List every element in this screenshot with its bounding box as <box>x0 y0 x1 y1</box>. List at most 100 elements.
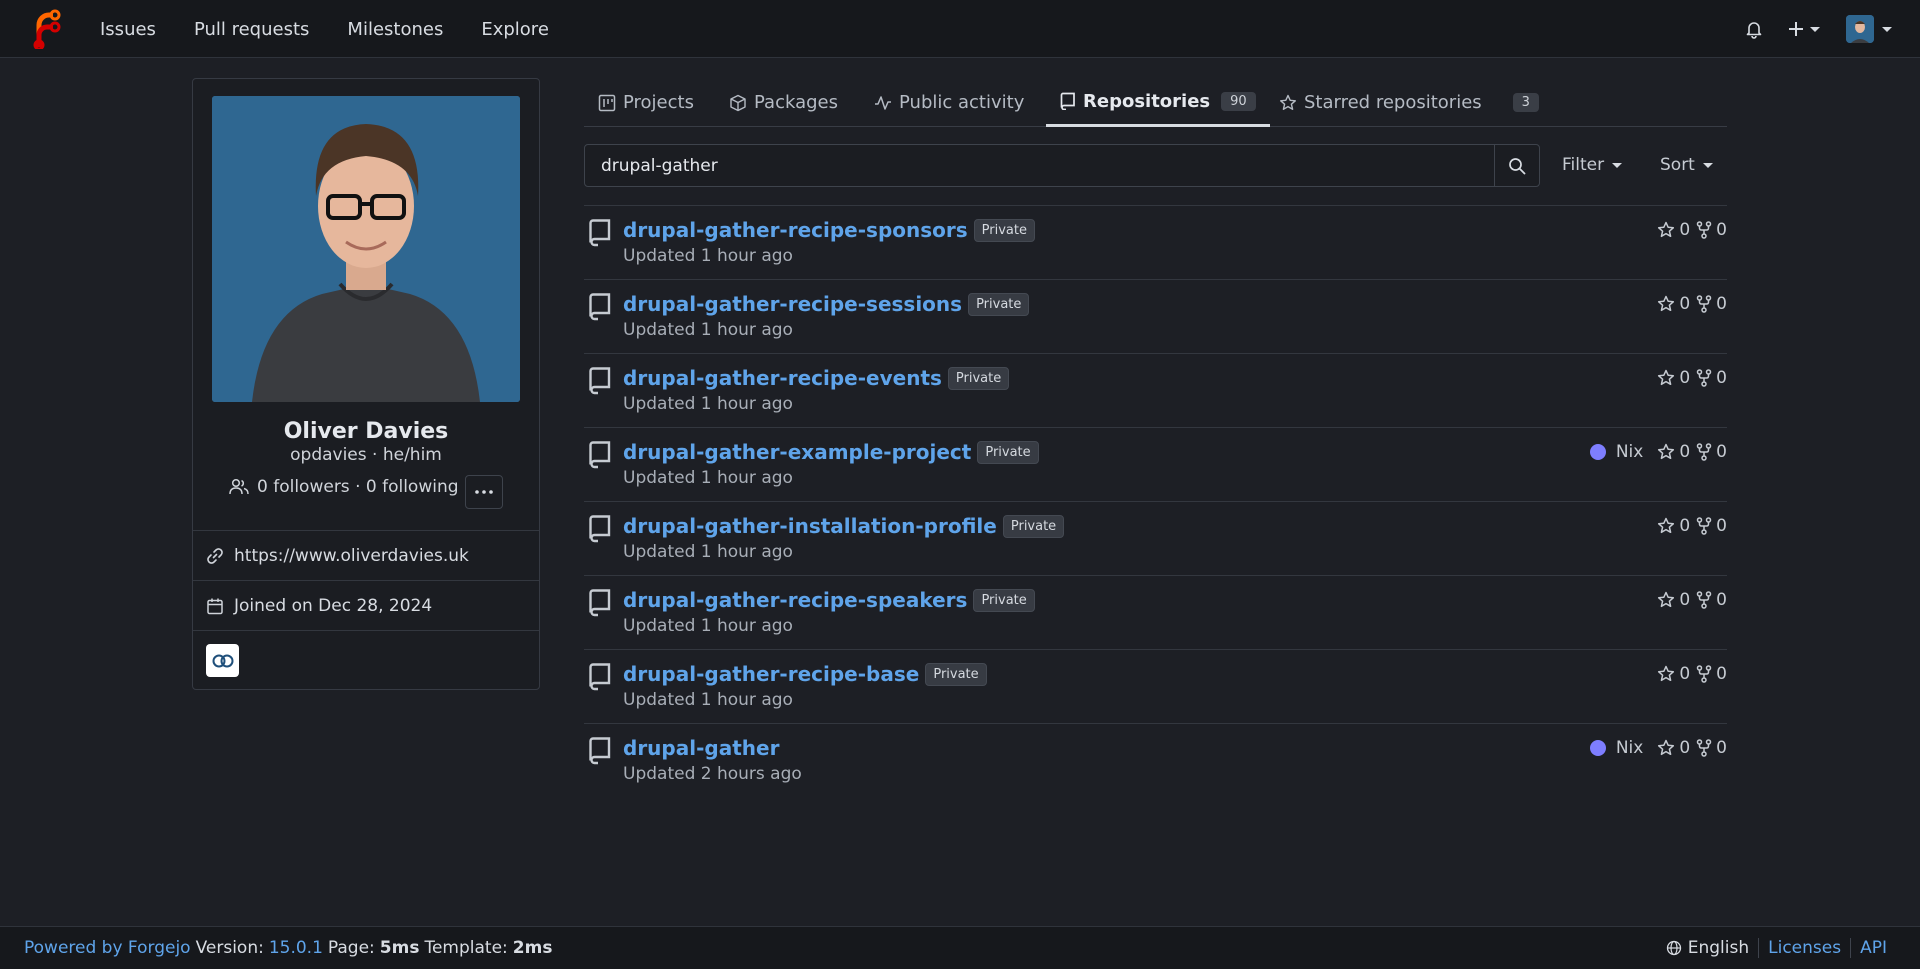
repo-updated-time: Updated 1 hour ago <box>623 468 793 488</box>
user-menu[interactable] <box>1846 15 1892 43</box>
repo-forks-link[interactable]: 0 <box>1696 294 1727 314</box>
profile-avatar[interactable] <box>212 96 520 402</box>
repo-forks-link[interactable]: 0 <box>1696 220 1727 240</box>
repo-forks-link[interactable]: 0 <box>1696 664 1727 684</box>
nav-explore[interactable]: Explore <box>462 11 568 48</box>
repo-name-link[interactable]: drupal-gather-installation-profile <box>623 514 997 538</box>
repo-title: drupal-gather-installation-profile Privat… <box>623 514 1065 538</box>
notifications-bell-icon[interactable] <box>1734 9 1774 49</box>
api-link[interactable]: API <box>1851 938 1896 958</box>
tab-projects[interactable]: Projects <box>598 78 694 127</box>
repo-name-link[interactable]: drupal-gather-recipe-sponsors <box>623 218 968 242</box>
search-button[interactable] <box>1494 145 1539 186</box>
version-link[interactable]: 15.0.1 <box>269 938 323 958</box>
badge-rings-icon[interactable] <box>206 644 239 677</box>
star-count: 0 <box>1679 664 1691 684</box>
repo-stars-link[interactable]: 0 <box>1657 664 1690 684</box>
repo-stars-link[interactable]: 0 <box>1657 590 1690 610</box>
repo-stats: 00 <box>1651 220 1727 240</box>
repo-name-link[interactable]: drupal-gather-recipe-base <box>623 662 919 686</box>
more-actions-button[interactable] <box>465 475 503 509</box>
language-name: Nix <box>1615 442 1644 462</box>
star-icon <box>1657 443 1675 461</box>
repo-stats: Nix 0 0 <box>1589 442 1727 462</box>
repo-icon <box>588 440 612 470</box>
repo-icon <box>1060 92 1075 110</box>
repo-name-link[interactable]: drupal-gather-recipe-events <box>623 366 942 390</box>
repo-title: drupal-gather-recipe-events Private <box>623 366 1010 390</box>
filter-label: Filter <box>1562 155 1605 175</box>
repo-name-link[interactable]: drupal-gather-recipe-sessions <box>623 292 962 316</box>
star-count: 0 <box>1679 738 1691 758</box>
language-name: Nix <box>1615 738 1644 758</box>
filter-dropdown[interactable]: Filter <box>1562 155 1623 175</box>
repo-search-input[interactable] <box>585 145 1494 186</box>
tab-public-activity[interactable]: Public activity <box>874 78 1024 127</box>
powered-by-link[interactable]: Powered by Forgejo <box>24 938 191 958</box>
repo-icon <box>588 736 612 766</box>
star-icon <box>1657 591 1675 609</box>
star-count: 0 <box>1679 368 1691 388</box>
repo-stars-link[interactable]: 0 <box>1657 442 1690 462</box>
repo-stats: 00 <box>1651 516 1727 536</box>
repo-stars-link[interactable]: 0 <box>1657 294 1690 314</box>
tab-packages[interactable]: Packages <box>729 78 838 127</box>
private-badge: Private <box>947 366 1010 390</box>
repo-language: Nix <box>1589 442 1644 462</box>
private-badge: Private <box>968 292 1030 316</box>
fork-icon <box>1696 739 1712 757</box>
repo-stars-link[interactable]: 0 <box>1657 368 1690 388</box>
repo-list: drupal-gather-recipe-sponsors Private Upda… <box>584 205 1727 797</box>
nav-pull-requests[interactable]: Pull requests <box>175 11 328 48</box>
star-count: 0 <box>1679 442 1691 462</box>
star-count: 0 <box>1679 516 1691 536</box>
package-icon <box>730 94 746 111</box>
tab-repositories[interactable]: Repositories 90 <box>1046 78 1270 127</box>
language-menu[interactable]: English <box>1666 938 1758 958</box>
language-label: English <box>1687 938 1750 958</box>
repo-forks-link[interactable]: 0 <box>1696 590 1727 610</box>
repo-name-link[interactable]: drupal-gather <box>623 736 779 760</box>
repo-stars-link[interactable]: 0 <box>1657 516 1690 536</box>
tab-repositories-label: Repositories <box>1083 90 1211 112</box>
repo-icon <box>588 366 612 396</box>
nav-issues[interactable]: Issues <box>82 11 175 48</box>
repo-icon <box>588 218 612 248</box>
repo-row: drupal-gather-recipe-speakers Private Upda… <box>584 575 1727 649</box>
profile-card: Oliver Davies opdavies · he/him 0 follow… <box>192 78 540 690</box>
tab-starred-repositories[interactable]: Starred repositories 3 <box>1279 78 1539 127</box>
fork-count: 0 <box>1716 442 1727 462</box>
repo-stars-link[interactable]: 0 <box>1657 738 1690 758</box>
repo-name-link[interactable]: drupal-gather-recipe-speakers <box>623 588 967 612</box>
sort-dropdown[interactable]: Sort <box>1660 155 1713 175</box>
repo-stats: 00 <box>1651 590 1727 610</box>
licenses-link[interactable]: Licenses <box>1759 938 1850 958</box>
create-new-dropdown[interactable] <box>1788 21 1820 37</box>
followers-link[interactable]: 0 followers · 0 following <box>229 477 459 497</box>
repo-updated-time: Updated 1 hour ago <box>623 690 793 710</box>
forgejo-logo[interactable] <box>30 9 62 49</box>
repo-stars-link[interactable]: 0 <box>1657 220 1690 240</box>
profile-website-link[interactable]: https://www.oliverdavies.uk <box>234 546 469 566</box>
repo-updated-time: Updated 1 hour ago <box>623 542 793 562</box>
fork-count: 0 <box>1716 738 1727 758</box>
profile-website-row: https://www.oliverdavies.uk <box>193 530 539 580</box>
star-icon <box>1657 665 1675 683</box>
profile-name: Oliver Davies <box>283 419 449 444</box>
nav-milestones[interactable]: Milestones <box>328 11 462 48</box>
repo-row: drupal-gather-recipe-sessions Private Upda… <box>584 279 1727 353</box>
repo-title: drupal-gather <box>623 736 779 760</box>
repo-row: drupal-gather-recipe-sponsors Private Upda… <box>584 205 1727 279</box>
profile-badges-row <box>193 630 539 690</box>
repo-updated-time: Updated 1 hour ago <box>623 616 793 636</box>
pulse-icon <box>875 95 891 110</box>
repo-icon <box>588 292 612 322</box>
repo-forks-link[interactable]: 0 <box>1696 442 1727 462</box>
chevron-down-icon <box>1810 26 1820 32</box>
repo-forks-link[interactable]: 0 <box>1696 368 1727 388</box>
repo-title: drupal-gather-recipe-base Private <box>623 662 987 686</box>
repo-forks-link[interactable]: 0 <box>1696 516 1727 536</box>
repo-forks-link[interactable]: 0 <box>1696 738 1727 758</box>
kebab-horizontal-icon <box>475 490 493 494</box>
repo-name-link[interactable]: drupal-gather-example-project <box>623 440 971 464</box>
